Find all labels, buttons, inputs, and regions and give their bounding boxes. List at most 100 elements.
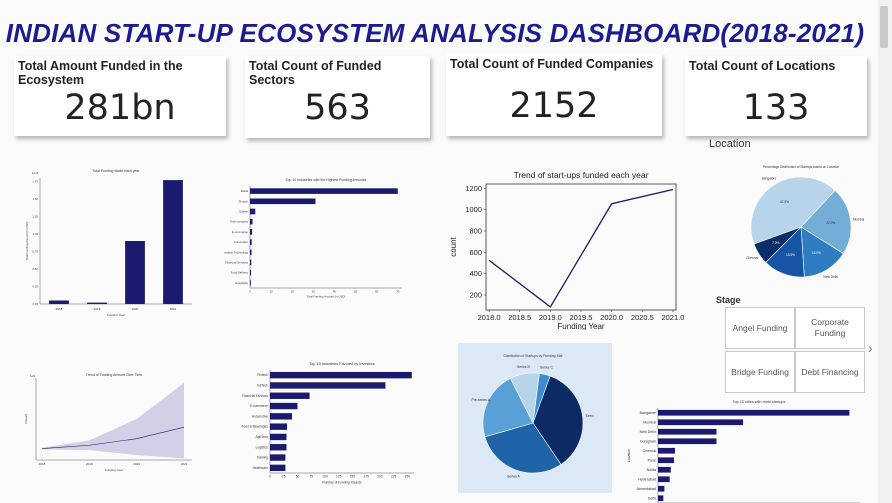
x-tick-label: 2018.5 — [508, 313, 531, 322]
bar — [270, 413, 292, 420]
scrollbar[interactable] — [878, 0, 892, 503]
y-tick-label: 800 — [469, 226, 482, 235]
pie-label: Gurugram — [774, 279, 789, 280]
x-tick-label: 2021 — [181, 462, 188, 466]
chart-title: Percentage Distribution of Startups base… — [763, 165, 840, 169]
bar — [125, 241, 145, 304]
pie-pct-label: 7.0% — [772, 241, 779, 245]
y-tick-label: Logistics — [256, 445, 269, 449]
y-tick-label: 600 — [469, 248, 482, 257]
x-tick-label: 75 — [309, 475, 313, 479]
kpi-card-funded-companies[interactable]: Total Count of Funded Companies 2152 — [446, 54, 662, 136]
kpi-card-funded-sectors[interactable]: Total Count of Funded Sectors 563 — [245, 56, 430, 138]
bar — [250, 229, 253, 235]
bar — [658, 409, 850, 416]
x-axis-label: Number of Funding Rounds — [322, 480, 362, 484]
x-tick-label: 2019 — [86, 462, 93, 466]
x-tick-label: 2020.5 — [631, 313, 654, 322]
y-tick-label: 0.50 — [33, 267, 39, 271]
x-axis-label: Total Funding Amount (in USD) — [307, 295, 346, 299]
chart-distribution-by-location[interactable]: Bangalore 42.5% Mumbai 22.0% New Delhi 15.0% G… — [729, 160, 874, 280]
x-tick-label: 2018 — [39, 462, 46, 466]
bar — [658, 428, 717, 435]
kpi-value: 281bn — [64, 88, 176, 128]
chart-total-funding-each-year[interactable]: Total Funding Made each year 1e11 0.00 0.25… — [20, 164, 210, 316]
bar — [270, 444, 287, 451]
chart-svg: Top 10 Industries with the Highest Fundi… — [224, 178, 402, 299]
chart-svg: Top 10 cities with most startups Bangalor… — [627, 400, 860, 503]
bar — [658, 447, 676, 454]
chart-top-cities-most-startups[interactable]: Top 10 cities with most startups Bangalor… — [626, 400, 864, 503]
bar — [658, 476, 670, 483]
chart-title: Trend of Funding Amount Over Time — [86, 373, 143, 377]
chart-svg: Trend of start-ups funded each year 2018.… — [449, 170, 684, 330]
stage-option-corporate-funding[interactable]: Corporate Funding — [795, 307, 865, 349]
bar — [250, 259, 252, 266]
y-tick-label: 200 — [469, 291, 482, 300]
bar — [270, 402, 298, 410]
x-tick-label: 25 — [282, 475, 286, 479]
chart-svg: Total Funding Made each year 1e11 0.00 0.25… — [25, 169, 192, 316]
chart-top-industries-by-investors[interactable]: Top 10 Industries Favored by Investors Fi… — [222, 358, 416, 488]
x-axis-label: Funding Year — [105, 468, 123, 472]
y-tick-label: Gurugram — [640, 439, 656, 443]
pie-pct-label: 13.5% — [786, 253, 795, 257]
y-tick-label: 0.75 — [33, 250, 39, 254]
y-tick-label: 1.50 — [33, 197, 39, 201]
y-tick-label: Ahmedabad — [637, 487, 656, 491]
x-tick-label: 2019 — [94, 307, 101, 311]
kpi-label: Total Count of Locations — [689, 59, 836, 73]
pie-pct-label: 42.5% — [780, 200, 789, 204]
y-tick-label: 1.75 — [33, 180, 39, 184]
y-axis-label: Total Funding Amount (in USD) — [25, 222, 29, 261]
series-line — [488, 188, 674, 308]
y-tick-label: Fintech — [258, 373, 269, 377]
y-tick-label: Healthcare — [253, 466, 269, 470]
pie-label: Mumbai — [853, 218, 865, 222]
chevron-right-icon[interactable]: › — [868, 340, 873, 356]
x-tick-label: 125 — [336, 475, 342, 479]
x-tick-label: 50 — [354, 289, 358, 293]
x-tick-label: 50 — [296, 475, 300, 479]
stage-option-bridge-funding[interactable]: Bridge Funding — [725, 351, 795, 393]
plot-frame — [485, 183, 677, 311]
x-tick-label: 100 — [322, 475, 328, 479]
x-axis-label: Funding Year — [107, 313, 125, 316]
x-tick-label: 2020.0 — [600, 313, 623, 322]
stage-slicer-title: Stage — [716, 295, 741, 305]
kpi-card-total-amount[interactable]: Total Amount Funded in the Ecosystem 281… — [14, 56, 226, 136]
y-tick-label: 0.00 — [33, 302, 39, 306]
chart-title: Total Funding Made each year — [92, 169, 140, 173]
x-tick-label: 0 — [269, 475, 271, 479]
chart-top-industries-highest-funding[interactable]: Top 10 Industries with the Highest Fundi… — [224, 178, 414, 302]
x-tick-label: 30 — [312, 289, 316, 293]
chart-svg: Seed Series A Pre-series A Series B Series C… — [458, 343, 612, 493]
y-tick-label: Financial Services — [242, 394, 268, 398]
kpi-label: Total Count of Funded Sectors — [249, 59, 382, 87]
y-axis-label: Location — [627, 449, 631, 463]
x-tick-label: 10 — [270, 289, 274, 293]
pie-label: New Delhi — [823, 275, 838, 279]
stage-option-angel-funding[interactable]: Angel Funding — [725, 307, 795, 349]
chart-distribution-by-funding-stat[interactable]: Seed Series A Pre-series A Series B Series C… — [458, 343, 612, 493]
x-tick-label: 0 — [249, 289, 251, 293]
scrollbar-thumb[interactable] — [880, 6, 888, 48]
y-tick-label: Information Technology — [224, 250, 249, 254]
x-tick-label: 60 — [375, 289, 379, 293]
chart-funding-amount-over-time[interactable]: Trend of Funding Amount Over Time 1e9 2018… — [22, 370, 200, 474]
y-tick-label: Hospitality — [235, 281, 249, 285]
pie-label: Seed — [586, 414, 594, 418]
kpi-card-locations[interactable]: Total Count of Locations 133 — [685, 56, 867, 136]
chart-trend-startups-funded[interactable]: Trend of start-ups funded each year 2018.… — [446, 168, 686, 330]
bar — [658, 438, 717, 445]
pie-label: Series B — [517, 365, 531, 369]
x-tick-label: 2021.0 — [661, 313, 684, 322]
bar — [270, 433, 287, 441]
x-axis-label: Funding Year — [557, 322, 604, 330]
x-tick-label: 20 — [291, 289, 295, 293]
chart-svg: Bangalore 42.5% Mumbai 22.0% New Delhi 15.0% G… — [746, 165, 865, 280]
stage-option-debt-financing[interactable]: Debt Financing — [795, 351, 865, 393]
pie-label: Series C — [540, 366, 554, 370]
x-tick-label: 2018 — [56, 307, 63, 311]
pie-pct-label: 22.0% — [826, 221, 835, 225]
